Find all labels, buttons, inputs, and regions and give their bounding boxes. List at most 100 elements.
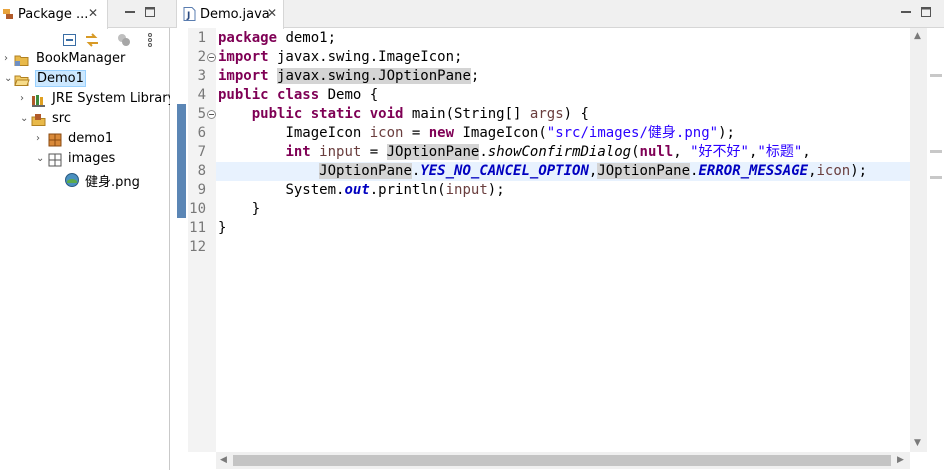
view-menu-icon[interactable] xyxy=(142,32,158,48)
static-constant: ERROR_MESSAGE xyxy=(698,163,809,179)
overview-ruler[interactable] xyxy=(927,28,944,452)
local-variable: icon xyxy=(369,125,404,141)
local-variable: args xyxy=(529,106,564,122)
code-text: ; xyxy=(470,68,480,84)
scroll-left-icon[interactable]: ◀ xyxy=(220,455,227,465)
keyword: class xyxy=(277,87,320,103)
static-constant: YES_NO_CANCEL_OPTION xyxy=(420,163,589,179)
keyword: static xyxy=(310,106,362,122)
tab-demo-java[interactable]: J Demo.java ✕ xyxy=(176,0,284,29)
close-icon[interactable]: ✕ xyxy=(88,6,98,20)
occurrence-marker[interactable] xyxy=(930,74,942,77)
code-editor: J Demo.java ✕ 1 2 3 4 5 6 7 8 9 10 11 12 xyxy=(170,0,944,470)
tree-item-label: src xyxy=(52,111,71,126)
scroll-right-icon[interactable]: ▶ xyxy=(897,455,904,465)
keyword: null xyxy=(639,144,674,160)
tree-item-bookmanager[interactable]: › BookManager xyxy=(0,50,170,70)
line-number: 10 xyxy=(189,201,206,217)
keyword: import xyxy=(218,68,269,84)
tree-item-images-package[interactable]: ⌄ images xyxy=(0,150,170,170)
keyword: package xyxy=(218,30,278,46)
line-number: 5 xyxy=(197,106,206,122)
code-text: = xyxy=(361,144,387,160)
minimize-icon[interactable] xyxy=(900,6,912,18)
tree-item-label: Demo1 xyxy=(35,70,86,87)
chevron-right-icon[interactable]: › xyxy=(4,54,14,64)
scrollbar-thumb[interactable] xyxy=(233,455,891,466)
static-field: out xyxy=(344,182,370,198)
code-line-7: int input = JOptionPane.showConfirmDialo… xyxy=(218,143,811,162)
static-method: showConfirmDialog xyxy=(487,144,632,160)
line-number: 11 xyxy=(189,220,206,236)
code-text: ); xyxy=(487,182,505,198)
source-folder-icon xyxy=(31,114,46,126)
horizontal-scrollbar[interactable]: ◀ ▶ xyxy=(216,452,910,469)
vertical-scrollbar[interactable]: ▲ ▼ xyxy=(910,28,927,452)
tab-package-explorer[interactable]: Package ... ✕ xyxy=(0,0,108,29)
code-text: ImageIcon xyxy=(285,125,370,141)
line-number: 9 xyxy=(197,182,206,198)
library-icon xyxy=(32,95,45,107)
open-project-folder-icon xyxy=(14,75,30,86)
tree-item-demo1-package[interactable]: › demo1 xyxy=(0,130,170,150)
tree-item-label: demo1 xyxy=(68,131,114,146)
tab-label: Demo.java xyxy=(200,7,270,22)
package-explorer-icon xyxy=(3,9,13,19)
code-line-10: } xyxy=(218,201,261,217)
marker-ruler[interactable] xyxy=(176,28,188,452)
tree-item-demo1-project[interactable]: ⌄ Demo1 xyxy=(0,70,170,90)
scroll-up-icon[interactable]: ▲ xyxy=(914,31,921,41)
line-number: 8 xyxy=(197,163,206,179)
code-line-9: System.out.println(input); xyxy=(218,181,505,200)
occurrence-marker[interactable] xyxy=(930,150,942,153)
occurrence-marker[interactable] xyxy=(930,176,942,179)
focus-icon[interactable] xyxy=(116,32,132,48)
line-number: 4 xyxy=(197,87,206,103)
line-number: 3 xyxy=(197,68,206,84)
code-text: ( xyxy=(631,144,640,160)
code-text: Demo { xyxy=(319,87,379,103)
line-number: 2 xyxy=(197,49,206,65)
string-literal: "src/images/健身.png" xyxy=(546,125,719,141)
code-text: = xyxy=(403,125,429,141)
minimize-icon[interactable] xyxy=(124,6,136,18)
keyword: int xyxy=(285,144,311,160)
code-text-area[interactable]: 1 2 3 4 5 6 7 8 9 10 11 12 package demo1… xyxy=(170,28,910,452)
keyword: public xyxy=(218,87,269,103)
fold-toggle-icon[interactable] xyxy=(207,110,216,119)
occurrence-highlight: javax.swing.JOptionPane xyxy=(277,68,471,84)
code-line-3: import javax.swing.JOptionPane; xyxy=(218,67,479,86)
occurrence-highlight: JOptionPane xyxy=(597,163,691,179)
chevron-right-icon[interactable]: › xyxy=(20,94,30,104)
code-text: ); xyxy=(850,163,868,179)
occurrence-highlight: JOptionPane xyxy=(319,163,412,179)
maximize-icon[interactable] xyxy=(920,6,932,18)
package-explorer-view: Package ... ✕ › BookManager ⌄ Demo1 › JR… xyxy=(0,0,175,470)
maximize-icon[interactable] xyxy=(144,6,156,18)
code-text: System. xyxy=(285,182,345,198)
tree-item-image-file[interactable]: 健身.png xyxy=(0,170,170,190)
link-with-editor-icon[interactable] xyxy=(84,32,100,48)
code-text: ); xyxy=(718,125,735,141)
explorer-toolbar xyxy=(0,29,170,51)
tree-item-src[interactable]: ⌄ src xyxy=(0,110,170,130)
collapse-all-icon[interactable] xyxy=(62,32,78,48)
code-text: , xyxy=(802,144,811,160)
fold-toggle-icon[interactable] xyxy=(207,53,216,62)
chevron-right-icon[interactable]: › xyxy=(36,134,46,144)
code-text: . xyxy=(479,144,488,160)
chevron-down-icon[interactable]: ⌄ xyxy=(4,74,14,84)
close-icon[interactable]: ✕ xyxy=(267,6,277,20)
keyword: public xyxy=(251,106,303,122)
code-text: ) { xyxy=(563,106,589,122)
tree-item-jre-library[interactable]: › JRE System Library xyxy=(0,90,175,110)
project-folder-icon xyxy=(14,55,29,66)
code-text: , xyxy=(673,144,691,160)
scroll-down-icon[interactable]: ▼ xyxy=(914,438,921,448)
chevron-down-icon[interactable]: ⌄ xyxy=(20,114,30,124)
chevron-down-icon[interactable]: ⌄ xyxy=(36,154,46,164)
